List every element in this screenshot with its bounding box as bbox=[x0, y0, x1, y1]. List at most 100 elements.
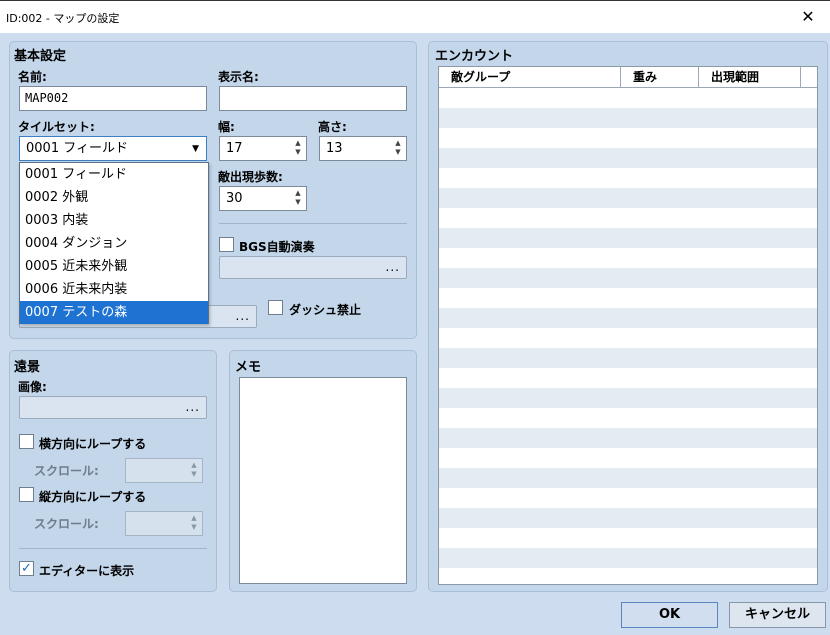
ok-button[interactable]: OK bbox=[621, 602, 718, 628]
encounter-table[interactable]: 敵グループ 重み 出現範囲 bbox=[438, 66, 818, 585]
spin-up-icon[interactable]: ▲ bbox=[191, 514, 196, 522]
spin-arrows-icon[interactable]: ▲ ▼ bbox=[293, 189, 303, 208]
list-item[interactable]: 0001 フィールド bbox=[20, 163, 208, 186]
encounter-steps-label: 敵出現歩数: bbox=[218, 170, 283, 184]
cancel-button[interactable]: キャンセル bbox=[729, 602, 826, 628]
table-row[interactable] bbox=[439, 248, 817, 268]
column-header-weight[interactable]: 重み bbox=[621, 67, 699, 87]
table-row[interactable] bbox=[439, 88, 817, 108]
bgs-autoplay-label: BGS自動演奏 bbox=[239, 240, 315, 254]
tileset-label: タイルセット: bbox=[18, 120, 95, 134]
spin-up-icon[interactable]: ▲ bbox=[395, 139, 400, 147]
table-body[interactable] bbox=[439, 88, 817, 584]
list-item[interactable]: 0005 近未来外観 bbox=[20, 255, 208, 278]
scroll-label-vertical: スクロール: bbox=[34, 517, 99, 531]
table-row[interactable] bbox=[439, 448, 817, 468]
scroll-vertical-stepper[interactable]: ▲ ▼ bbox=[125, 511, 203, 536]
spin-arrows-icon[interactable]: ▲ ▼ bbox=[189, 461, 199, 480]
bgs-picker-button[interactable]: ... bbox=[219, 256, 407, 279]
spin-down-icon[interactable]: ▼ bbox=[295, 148, 300, 156]
width-value: 17 bbox=[226, 141, 243, 156]
spin-arrows-icon[interactable]: ▲ ▼ bbox=[189, 514, 199, 533]
table-row[interactable] bbox=[439, 388, 817, 408]
table-row[interactable] bbox=[439, 468, 817, 488]
table-row[interactable] bbox=[439, 568, 817, 584]
spin-down-icon[interactable]: ▼ bbox=[191, 523, 196, 531]
height-stepper[interactable]: 13 ▲ ▼ bbox=[319, 136, 407, 161]
dash-disable-checkbox[interactable] bbox=[268, 300, 283, 315]
table-row[interactable] bbox=[439, 308, 817, 328]
display-name-field[interactable] bbox=[219, 86, 407, 111]
list-item[interactable]: 0006 近未来内装 bbox=[20, 278, 208, 301]
ellipsis-icon: ... bbox=[235, 309, 250, 323]
show-in-editor-label: エディターに表示 bbox=[39, 564, 135, 578]
loop-horizontal-label: 横方向にループする bbox=[39, 437, 147, 451]
table-row[interactable] bbox=[439, 508, 817, 528]
table-row[interactable] bbox=[439, 488, 817, 508]
ellipsis-icon: ... bbox=[185, 400, 200, 414]
spin-up-icon[interactable]: ▲ bbox=[295, 139, 300, 147]
table-row[interactable] bbox=[439, 208, 817, 228]
table-row[interactable] bbox=[439, 528, 817, 548]
loop-vertical-label: 縦方向にループする bbox=[39, 490, 147, 504]
spin-arrows-icon[interactable]: ▲ ▼ bbox=[293, 139, 303, 158]
column-header-troop[interactable]: 敵グループ bbox=[439, 67, 621, 87]
loop-horizontal-checkbox[interactable] bbox=[19, 434, 34, 449]
display-name-label: 表示名: bbox=[218, 70, 259, 84]
list-item-highlighted[interactable]: 0007 テストの森 bbox=[20, 301, 208, 324]
basic-settings-title: 基本設定 bbox=[14, 49, 67, 64]
spin-down-icon[interactable]: ▼ bbox=[395, 148, 400, 156]
bgs-autoplay-checkbox[interactable] bbox=[219, 237, 234, 252]
height-value: 13 bbox=[326, 141, 343, 156]
table-row[interactable] bbox=[439, 168, 817, 188]
table-row[interactable] bbox=[439, 328, 817, 348]
spin-down-icon[interactable]: ▼ bbox=[295, 198, 300, 206]
scroll-label-horizontal: スクロール: bbox=[34, 464, 99, 478]
divider bbox=[19, 548, 207, 549]
spin-arrows-icon[interactable]: ▲ ▼ bbox=[393, 139, 403, 158]
window-title: ID:002 - マップの設定 bbox=[6, 12, 120, 25]
encounter-title: エンカウント bbox=[435, 49, 514, 64]
column-header-range[interactable]: 出現範囲 bbox=[699, 67, 801, 87]
width-label: 幅: bbox=[218, 120, 235, 134]
parallax-title: 遠景 bbox=[14, 360, 41, 375]
list-item[interactable]: 0004 ダンジョン bbox=[20, 232, 208, 255]
table-row[interactable] bbox=[439, 288, 817, 308]
height-label: 高さ: bbox=[318, 120, 347, 134]
name-label: 名前: bbox=[18, 70, 47, 84]
scroll-horizontal-stepper[interactable]: ▲ ▼ bbox=[125, 458, 203, 483]
table-row[interactable] bbox=[439, 228, 817, 248]
table-row[interactable] bbox=[439, 268, 817, 288]
table-header: 敵グループ 重み 出現範囲 bbox=[439, 67, 817, 88]
table-row[interactable] bbox=[439, 188, 817, 208]
table-row[interactable] bbox=[439, 408, 817, 428]
list-item[interactable]: 0002 外観 bbox=[20, 186, 208, 209]
width-stepper[interactable]: 17 ▲ ▼ bbox=[219, 136, 307, 161]
table-row[interactable] bbox=[439, 148, 817, 168]
table-row[interactable] bbox=[439, 428, 817, 448]
spin-up-icon[interactable]: ▲ bbox=[191, 461, 196, 469]
tileset-select[interactable]: 0001 フィールド ▼ bbox=[19, 136, 207, 161]
tileset-dropdown-list[interactable]: 0001 フィールド 0002 外観 0003 内装 0004 ダンジョン 00… bbox=[19, 162, 209, 324]
memo-title: メモ bbox=[235, 360, 262, 375]
show-in-editor-checkbox[interactable]: ✓ bbox=[19, 561, 34, 576]
encounter-steps-value: 30 bbox=[226, 191, 243, 206]
spin-down-icon[interactable]: ▼ bbox=[191, 470, 196, 478]
memo-textarea[interactable] bbox=[239, 377, 407, 584]
parallax-image-button[interactable]: ... bbox=[19, 396, 207, 419]
table-row[interactable] bbox=[439, 548, 817, 568]
divider bbox=[219, 223, 407, 224]
spin-up-icon[interactable]: ▲ bbox=[295, 189, 300, 197]
close-icon[interactable]: ✕ bbox=[786, 1, 830, 33]
list-item[interactable]: 0003 内装 bbox=[20, 209, 208, 232]
tileset-selected-value: 0001 フィールド bbox=[26, 141, 128, 156]
table-row[interactable] bbox=[439, 348, 817, 368]
table-row[interactable] bbox=[439, 128, 817, 148]
ellipsis-icon: ... bbox=[385, 260, 400, 274]
map-name-field[interactable]: MAP002 bbox=[19, 86, 207, 111]
encounter-steps-stepper[interactable]: 30 ▲ ▼ bbox=[219, 186, 307, 211]
loop-vertical-checkbox[interactable] bbox=[19, 487, 34, 502]
chevron-down-icon[interactable]: ▼ bbox=[192, 141, 199, 158]
table-row[interactable] bbox=[439, 108, 817, 128]
table-row[interactable] bbox=[439, 368, 817, 388]
